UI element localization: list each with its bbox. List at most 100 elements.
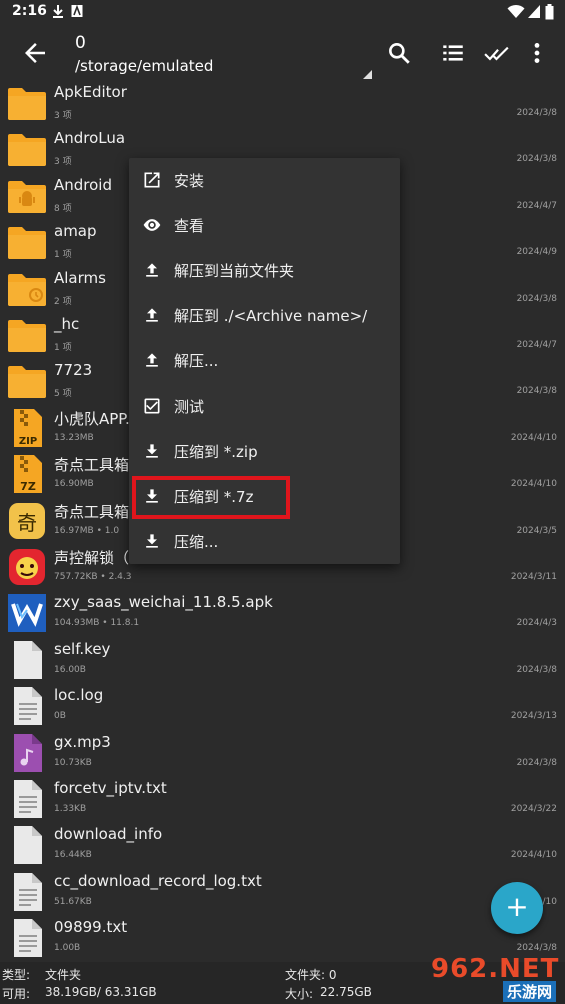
file-name: amap — [54, 222, 97, 240]
folder-icon — [8, 227, 46, 259]
android-folder-icon — [8, 181, 46, 213]
file-date: 2024/4/10 — [510, 479, 557, 489]
file-name: loc.log — [54, 686, 104, 704]
folder-icon — [8, 134, 46, 166]
file-date: 2024/4/10 — [510, 850, 557, 860]
svg-text:ZIP: ZIP — [19, 436, 37, 447]
file-name: _hc — [54, 315, 80, 333]
file-icon — [14, 641, 42, 679]
file-row[interactable]: forcetv_iptv.txt 1.33KB 2024/3/22 — [0, 778, 565, 824]
file-row[interactable]: loc.log 0B 2024/3/13 — [0, 685, 565, 731]
file-meta: 1 项 — [54, 343, 72, 353]
file-date: 2024/3/8 — [516, 108, 557, 118]
audio-file-icon — [14, 734, 42, 772]
available-value: 38.19GB/ 63.31GB — [45, 985, 157, 999]
download-icon — [146, 534, 158, 548]
file-name: 7723 — [54, 361, 93, 379]
menu-item-extract-to-folder[interactable]: 解压到 ./<Archive name>/ — [129, 293, 400, 338]
file-date: 2024/3/8 — [516, 294, 557, 304]
file-name: forcetv_iptv.txt — [54, 779, 167, 797]
wifi-icon — [507, 4, 525, 18]
folder-count: 文件夹: 0 — [285, 968, 337, 982]
file-meta: 5 项 — [54, 389, 72, 399]
available-label: 可用: — [2, 987, 31, 1001]
file-name: 小虎队APP. — [54, 410, 130, 428]
svg-text:7Z: 7Z — [20, 480, 36, 493]
list-view-icon[interactable] — [440, 40, 466, 66]
checkbox-icon — [144, 398, 160, 414]
eye-icon — [143, 219, 161, 231]
menu-item-label: 安装 — [174, 172, 205, 190]
file-meta: 757.72KB • 2.4.3 — [54, 572, 132, 582]
app-qidian-icon: 奇 — [9, 503, 45, 539]
back-arrow-icon[interactable] — [20, 38, 50, 68]
select-all-icon[interactable] — [484, 40, 510, 66]
menu-item-view[interactable]: 查看 — [129, 203, 400, 248]
file-date: 2024/3/8 — [516, 758, 557, 768]
file-name: 奇点工具箱 — [54, 456, 130, 474]
menu-item-compress[interactable]: 压缩... — [129, 519, 400, 564]
file-row[interactable]: zxy_saas_weichai_11.8.5.apk 104.93MB • 11… — [0, 592, 565, 638]
file-name: gx.mp3 — [54, 733, 111, 751]
file-meta: 16.97MB • 1.0 — [54, 526, 120, 536]
path-dropdown-indicator[interactable] — [363, 70, 372, 79]
file-date: 2024/3/8 — [516, 665, 557, 675]
upload-icon — [146, 263, 158, 277]
file-date: 2024/4/9 — [516, 247, 557, 257]
file-name: Android — [54, 176, 112, 194]
file-row[interactable]: download_info 16.44KB 2024/4/10 — [0, 824, 565, 870]
current-path[interactable]: /storage/emulated — [75, 57, 213, 75]
type-value: 文件夹 — [45, 968, 82, 982]
more-vert-icon[interactable] — [524, 40, 550, 66]
text-file-icon — [14, 780, 42, 818]
text-file-icon — [14, 919, 42, 957]
file-row[interactable]: ApkEditor 3 项 2024/3/8 — [0, 82, 565, 128]
menu-item-label: 解压到当前文件夹 — [174, 262, 295, 280]
file-name: AndroLua — [54, 129, 126, 147]
status-bar: 2:16 — [0, 0, 565, 24]
folder-icon — [8, 320, 46, 352]
file-name: 09899.txt — [54, 918, 128, 936]
file-meta: 13.23MB — [54, 433, 94, 443]
menu-item-extract-here[interactable]: 解压到当前文件夹 — [129, 248, 400, 293]
file-row[interactable]: cc_download_record_log.txt51.67KB2024/4/… — [0, 871, 565, 917]
search-icon[interactable] — [386, 40, 412, 66]
add-fab-button[interactable]: + — [491, 882, 543, 934]
file-meta: 16.00B — [54, 665, 86, 675]
watermark-text: 962.NET — [431, 954, 560, 984]
menu-item-compress-zip[interactable]: 压缩到 *.zip — [129, 429, 400, 474]
file-date: 2024/3/8 — [516, 154, 557, 164]
menu-item-test[interactable]: 测试 — [129, 384, 400, 429]
svg-text:奇: 奇 — [17, 511, 37, 535]
file-meta: 0B — [54, 711, 66, 721]
file-meta: 104.93MB • 11.8.1 — [54, 618, 140, 628]
folder-icon — [8, 366, 46, 398]
app-weichai-icon — [8, 594, 46, 632]
context-menu: 安装 查看 解压到当前文件夹 解压到 ./<Archive name>/ 解压.… — [129, 158, 400, 564]
file-date: 2024/3/22 — [510, 804, 557, 814]
file-meta: 3 项 — [54, 111, 72, 121]
file-meta: 1.33KB — [54, 804, 87, 814]
zip-archive-icon: ZIP — [14, 409, 42, 447]
plus-icon: + — [505, 890, 529, 923]
menu-item-label: 压缩到 *.7z — [174, 488, 254, 506]
file-name: ApkEditor — [54, 83, 127, 101]
file-name: download_info — [54, 825, 163, 843]
file-meta: 2 项 — [54, 297, 72, 307]
download-icon — [146, 489, 158, 503]
menu-item-extract[interactable]: 解压... — [129, 338, 400, 383]
menu-item-install[interactable]: 安装 — [129, 158, 400, 203]
file-meta: 51.67KB — [54, 897, 92, 907]
menu-item-label: 查看 — [174, 217, 205, 235]
menu-item-label: 解压到 ./<Archive name>/ — [174, 307, 368, 325]
file-meta: 10.73KB — [54, 758, 92, 768]
file-name: 声控解锁（ — [54, 549, 130, 567]
file-row[interactable]: self.key 16.00B 2024/3/8 — [0, 639, 565, 685]
file-date: 2024/4/3 — [516, 618, 557, 628]
text-file-icon — [14, 687, 42, 725]
file-date: 2024/3/11 — [510, 572, 557, 582]
menu-item-label: 解压... — [174, 352, 219, 370]
battery-icon — [545, 4, 554, 20]
file-row[interactable]: gx.mp3 10.73KB 2024/3/8 — [0, 732, 565, 778]
menu-item-compress-7z[interactable]: 压缩到 *.7z — [129, 474, 400, 519]
